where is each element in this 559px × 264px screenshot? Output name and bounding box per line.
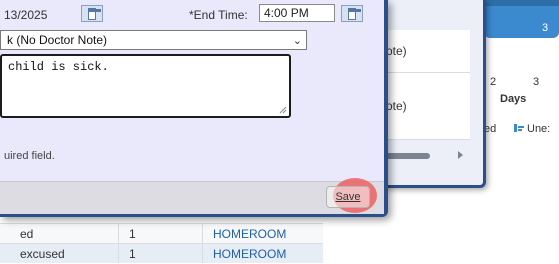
end-time-picker-button[interactable] [341,5,363,22]
chart-tick-label: 3 [533,76,540,88]
absence-reason-select[interactable]: k (No Doctor Note) ⌄ [0,30,307,50]
count-cell: 1 [118,223,203,244]
table-row[interactable]: excused 1 HOMEROOM [0,243,323,263]
table-row[interactable]: ed 1 HOMEROOM [0,223,323,244]
chevron-down-icon: ⌄ [292,35,302,47]
list-item-label: ote) [386,44,407,58]
location-cell: HOMEROOM [202,243,323,263]
status-cell: excused [0,243,119,263]
horizontal-scrollbar[interactable] [380,151,470,160]
status-cell: ed [0,223,119,244]
end-time-label: *End Time: [189,8,248,22]
attendance-chart: 3 2 3 Days ed Une: [474,0,559,140]
end-time-input[interactable] [259,4,335,22]
end-time-label-text: End Time: [193,8,248,22]
chart-x-axis-title: Days [500,93,527,105]
attendance-table: ed 1 HOMEROOM excused 1 HOMEROOM [0,223,323,263]
comment-text: child is sick. [8,60,109,74]
list-item-label: ote) [386,99,407,113]
start-date-calendar-button[interactable] [81,5,103,22]
chart-tick-label: 3 [542,22,549,34]
count-cell: 1 [118,243,203,263]
chart-tick-label: 2 [490,76,497,88]
legend-item-label: Une: [527,123,551,135]
chart-bar-cap [484,0,559,6]
comment-textarea[interactable]: child is sick. [0,54,291,118]
start-date-value: 13/2025 [4,8,48,22]
scroll-right-arrow-icon[interactable] [458,151,463,159]
legend-swatch-icon [514,124,524,132]
location-cell: HOMEROOM [202,223,323,244]
required-field-note: uired field. [4,150,55,162]
clock-picker-icon [348,7,361,20]
absence-reason-value: k (No Doctor Note) [7,33,108,47]
resize-grip-icon[interactable] [279,106,287,114]
absence-dialog: 13/2025 *End Time: k (No Doctor Note) ⌄ … [0,0,388,217]
save-button[interactable]: Save [326,186,370,208]
calendar-icon [88,7,101,20]
